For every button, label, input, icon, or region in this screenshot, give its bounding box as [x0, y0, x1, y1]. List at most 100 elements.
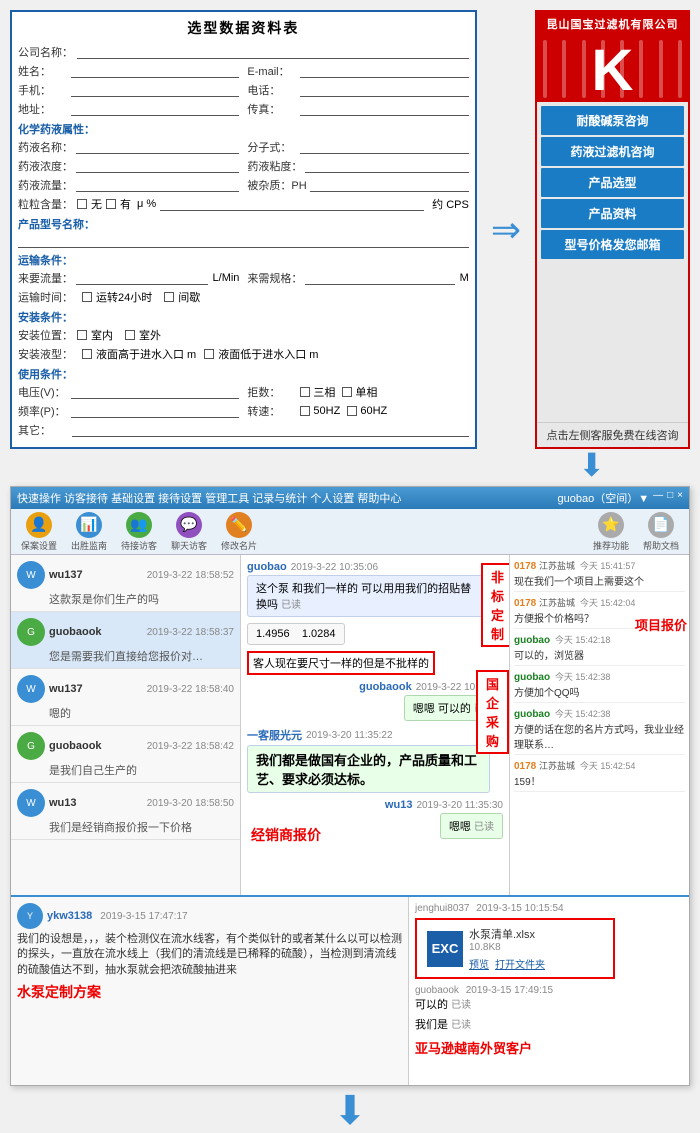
particle-row: 粒粒含量： 无 有 μ % 约 CPS: [18, 196, 469, 212]
session-1[interactable]: G guobaook 2019-3-22 18:58:37 您是需要我们直接给您…: [11, 612, 240, 669]
chat-main: W wu137 2019-3-22 18:58:52 这款泵是你们生产的吗 G …: [11, 555, 689, 895]
reply-header: guobaook 2019-3-15 17:49:15: [415, 985, 683, 996]
toolbar-help[interactable]: 📄 帮助文档: [641, 512, 681, 552]
rp-time-1: 今天 15:42:04: [580, 598, 636, 608]
msg-2: 客人现在要尺寸一样的但是不批样的: [247, 651, 503, 675]
impurity-label: 被杂质：PH: [247, 177, 306, 193]
flow-rate-field: [76, 271, 208, 285]
intermittent-checkbox[interactable]: [164, 292, 174, 302]
rp-text-1: 方便报个价格吗？: [514, 610, 685, 625]
recommend-label: 推荐功能: [593, 539, 629, 552]
chat-messages: 非标定制 guobao 2019-3-22 10:35:06 这个泵 和我们一样…: [241, 555, 509, 895]
rp-name-4: guobao: [514, 709, 550, 720]
msg-highlight: 客人现在要尺寸一样的但是不批样的: [247, 651, 435, 675]
power-hz-row: 频率(P)： 转速： 50HZ 60HZ: [18, 403, 469, 419]
drug-col: 药液名称：: [18, 139, 239, 155]
rp-name-5: 0178: [514, 761, 536, 772]
have-option: 有: [120, 196, 131, 212]
rp-header-3: guobao 今天 15:42:38: [514, 670, 685, 683]
close-button[interactable]: ×: [677, 490, 683, 506]
rp-header-2: guobao 今天 15:42:18: [514, 633, 685, 646]
none-checkbox[interactable]: [77, 199, 87, 209]
addr-field: [71, 102, 239, 116]
toolbar-item-4[interactable]: ✏️ 修改名片: [219, 512, 259, 552]
rp-region-0: 江苏盐城: [539, 561, 575, 571]
session-4[interactable]: W wu13 2019-3-20 18:58:50 我们是经销商报价报一下价格: [11, 783, 240, 840]
msg-sender-3: guobaook: [359, 681, 412, 693]
install-section: 安装条件：: [18, 309, 469, 325]
phone-field: [71, 83, 239, 97]
bottom-right-reply2: 我们是 已读: [415, 1016, 683, 1032]
rp-text-0: 现在我们一个项目上需要这个: [514, 573, 685, 588]
hz-col: 转速： 50HZ 60HZ: [247, 403, 468, 419]
toolbar-item-2[interactable]: 👥 待接访客: [119, 512, 159, 552]
session-name-4: wu13: [49, 797, 77, 809]
three-phase-cb[interactable]: [300, 387, 310, 397]
session-avatar-4: W: [17, 789, 45, 817]
name-col: 姓名：: [18, 63, 239, 79]
session-0[interactable]: W wu137 2019-3-22 18:58:52 这款泵是你们生产的吗: [11, 555, 240, 612]
excel-icon: EXC: [427, 931, 463, 967]
toolbar-item-1[interactable]: 📊 出胜监南: [69, 512, 109, 552]
usage-section: 使用条件：: [18, 366, 469, 382]
rp-msg-5: 0178 江苏盐城 今天 15:42:54 159！: [514, 759, 685, 792]
rp-time-4: 今天 15:42:38: [555, 709, 611, 719]
maximize-button[interactable]: □: [667, 490, 673, 506]
viscosity-unit: 约 CPS: [432, 196, 469, 212]
above-inlet-checkbox[interactable]: [82, 349, 92, 359]
badge-amazon: 亚马逊越南外贸客户: [415, 1038, 683, 1057]
flow-col: 药液流量：: [18, 177, 239, 193]
preview-link[interactable]: 预览: [469, 956, 489, 971]
switch-label: 拒数：: [247, 384, 297, 400]
logo-card: 昆山国宝过滤机有限公司 K 耐酸碱泵咨询 药液过滤机咨询 产品选型 产品资料 型…: [535, 10, 690, 449]
rp-region-1: 江苏盐城: [539, 598, 575, 608]
minimize-button[interactable]: —: [653, 490, 663, 506]
name-label: 姓名：: [18, 63, 68, 79]
message-area: 非标定制 guobao 2019-3-22 10:35:06 这个泵 和我们一样…: [241, 555, 509, 851]
menu-item-3[interactable]: 产品资料: [541, 199, 684, 228]
visc-field: [305, 159, 468, 173]
session-name-1: guobaook: [49, 626, 102, 638]
file-attachment: EXC 水泵清单.xlsx 10.8K8 预览 打开文件夹: [415, 918, 615, 979]
rp-text-3: 方便加个QQ吗: [514, 684, 685, 699]
conc-visc-row: 药液浓度： 药液粘度：: [18, 158, 469, 174]
user-info[interactable]: guobao（空间）▼: [558, 490, 650, 506]
install-method-label: 安装液型：: [18, 346, 78, 362]
hz50-cb[interactable]: [300, 406, 310, 416]
menu-item-1[interactable]: 药液过滤机咨询: [541, 137, 684, 166]
toolbar-recommend[interactable]: ⭐ 推荐功能: [591, 512, 631, 552]
rp-header-4: guobao 今天 15:42:38: [514, 707, 685, 720]
arrow-down-top: ⬇: [0, 449, 700, 481]
open-folder-link[interactable]: 打开文件夹: [495, 956, 545, 971]
company-field: [77, 45, 469, 59]
session-3[interactable]: G guobaook 2019-3-22 18:58:42 是我们自己生产的: [11, 726, 240, 783]
reply2-text: 我们是 已读: [415, 1016, 683, 1032]
chat-bottom: Y ykw3138 2019-3-15 17:47:17 我们的设想是，，，装个…: [11, 895, 689, 1085]
hz60-cb[interactable]: [347, 406, 357, 416]
rp-name-0: 0178: [514, 561, 536, 572]
transport24-label: 运转24小时: [96, 289, 152, 305]
bottom-right-time: 2019-3-15 10:15:54: [476, 903, 563, 914]
toolbar-item-3[interactable]: 💬 聊天访客: [169, 512, 209, 552]
outdoor-checkbox[interactable]: [125, 330, 135, 340]
toolbar-icon-2: 👥: [126, 512, 152, 538]
toolbar-item-0[interactable]: 👤 保案设置: [19, 512, 59, 552]
tel-label: 电话：: [247, 82, 297, 98]
msg-5: wu13 2019-3-20 11:35:30 嗯嗯 已读: [247, 799, 503, 839]
msg-3: guobaook 2019-3-22 10:35:52 嗯嗯 可以的 已读: [247, 681, 503, 721]
menu-item-0[interactable]: 耐酸碱泵咨询: [541, 106, 684, 135]
transport24-checkbox[interactable]: [82, 292, 92, 302]
below-inlet-checkbox[interactable]: [204, 349, 214, 359]
indoor-checkbox[interactable]: [77, 330, 87, 340]
flow-pipe-row: 来要流量： L/Min 来需规格： M: [18, 270, 469, 286]
mol-label: 分子式：: [247, 139, 297, 155]
form-card: 选型数据资料表 公司名称： 姓名： E-mail： 手机： 电话：: [10, 10, 477, 449]
menu-item-2[interactable]: 产品选型: [541, 168, 684, 197]
have-checkbox[interactable]: [106, 199, 116, 209]
session-time-2: 2019-3-22 18:58:40: [147, 684, 234, 695]
below-inlet-label: 液面低于进水入口 m: [218, 346, 318, 362]
company-row: 公司名称：: [18, 44, 469, 60]
menu-item-4[interactable]: 型号价格发您邮箱: [541, 230, 684, 259]
session-2[interactable]: W wu137 2019-3-22 18:58:40 嗯的: [11, 669, 240, 726]
single-phase-cb[interactable]: [342, 387, 352, 397]
